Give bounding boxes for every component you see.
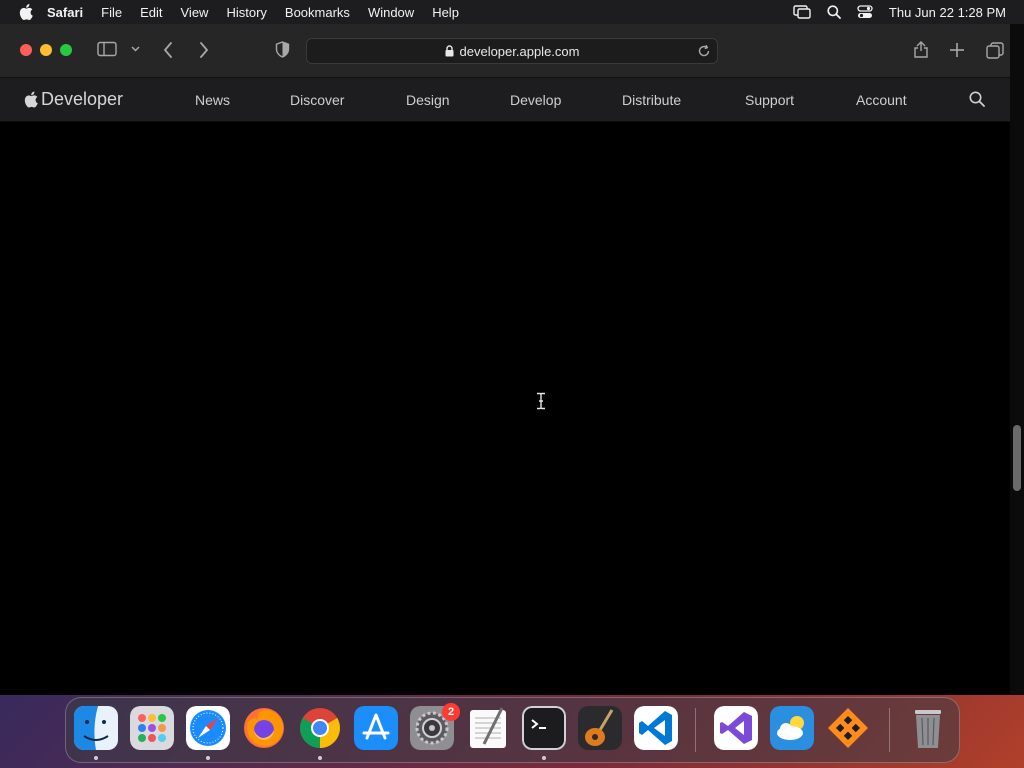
page-scrollbar-track[interactable] xyxy=(1010,24,1024,695)
nav-support[interactable]: Support xyxy=(745,92,794,108)
settings-notification-badge: 2 xyxy=(442,703,460,721)
dock-textedit[interactable] xyxy=(466,706,510,750)
text-cursor-icon xyxy=(537,392,545,410)
dock-finder[interactable] xyxy=(74,706,118,750)
forward-icon[interactable] xyxy=(199,42,209,58)
dock-safari[interactable] xyxy=(186,706,230,750)
dock-garageband[interactable] xyxy=(578,706,622,750)
nav-distribute[interactable]: Distribute xyxy=(622,92,681,108)
browser-toolbar: developer.apple.com xyxy=(0,24,1010,78)
dock-running-indicator xyxy=(206,756,210,760)
screen-mirroring-icon[interactable] xyxy=(793,5,811,19)
dock-vscode[interactable] xyxy=(634,706,678,750)
safari-window: developer.apple.com Developer News Disco… xyxy=(0,24,1010,695)
nav-discover[interactable]: Discover xyxy=(290,92,344,108)
dock-chrome[interactable] xyxy=(298,706,342,750)
tunnelblick-icon xyxy=(828,708,868,748)
menu-edit[interactable]: Edit xyxy=(140,5,162,20)
vscode-icon xyxy=(634,706,678,750)
sidebar-toggle-icon[interactable] xyxy=(97,41,117,57)
dock-separator xyxy=(889,708,890,752)
developer-logo[interactable]: Developer xyxy=(24,89,123,110)
app-store-icon xyxy=(354,706,398,750)
guitar-icon xyxy=(578,706,622,750)
nav-account[interactable]: Account xyxy=(856,92,907,108)
menu-file[interactable]: File xyxy=(101,5,122,20)
nav-develop[interactable]: Develop xyxy=(510,92,561,108)
new-tab-icon[interactable] xyxy=(950,43,964,57)
dock-running-indicator xyxy=(318,756,322,760)
dock-running-indicator xyxy=(94,756,98,760)
textedit-icon xyxy=(470,707,506,748)
privacy-shield-icon[interactable] xyxy=(275,41,290,58)
menu-help[interactable]: Help xyxy=(432,5,459,20)
terminal-icon xyxy=(522,706,566,750)
back-icon[interactable] xyxy=(163,42,173,58)
page-scrollbar-thumb[interactable] xyxy=(1013,425,1021,491)
visual-studio-icon xyxy=(714,706,758,750)
apple-menu-icon[interactable] xyxy=(19,4,33,20)
dock: 2 xyxy=(65,697,960,763)
finder-icon xyxy=(74,706,118,750)
menubar-status-area: Thu Jun 22 1:28 PM xyxy=(793,0,1006,24)
safari-icon xyxy=(186,706,230,750)
zoom-window-button[interactable] xyxy=(60,44,72,56)
menu-window[interactable]: Window xyxy=(368,5,414,20)
lock-icon xyxy=(445,45,453,57)
dock-visual-studio[interactable] xyxy=(714,706,758,750)
minimize-window-button[interactable] xyxy=(40,44,52,56)
dock-trash[interactable] xyxy=(906,706,950,750)
dock-separator xyxy=(695,708,696,752)
apple-logo-icon xyxy=(24,91,38,108)
control-center-icon[interactable] xyxy=(857,5,873,19)
dock-weather[interactable] xyxy=(770,706,814,750)
close-window-button[interactable] xyxy=(20,44,32,56)
dock-tunnelblick[interactable] xyxy=(826,706,870,750)
address-bar-url: developer.apple.com xyxy=(459,43,580,59)
tab-overview-icon[interactable] xyxy=(986,42,1004,59)
dock-launchpad[interactable] xyxy=(130,706,174,750)
spotlight-search-icon[interactable] xyxy=(827,5,841,19)
menu-bar: Safari File Edit View History Bookmarks … xyxy=(0,0,1024,24)
weather-icon xyxy=(770,706,814,750)
launchpad-icon xyxy=(130,706,174,750)
developer-site-nav: Developer News Discover Design Develop D… xyxy=(0,78,1010,122)
nav-design[interactable]: Design xyxy=(406,92,450,108)
chrome-icon xyxy=(300,708,340,748)
menu-history[interactable]: History xyxy=(226,5,266,20)
menu-view[interactable]: View xyxy=(181,5,209,20)
chevron-down-icon[interactable] xyxy=(131,46,140,52)
dock-firefox[interactable] xyxy=(242,706,286,750)
page-content[interactable] xyxy=(0,122,1010,695)
dock-running-indicator xyxy=(542,756,546,760)
menu-safari[interactable]: Safari xyxy=(47,5,83,20)
menubar-clock[interactable]: Thu Jun 22 1:28 PM xyxy=(889,5,1006,20)
dock-app-store[interactable] xyxy=(354,706,398,750)
trash-icon xyxy=(915,710,941,748)
site-search-icon[interactable] xyxy=(969,91,985,107)
firefox-icon xyxy=(244,708,284,748)
developer-brand-label: Developer xyxy=(41,89,124,109)
nav-news[interactable]: News xyxy=(195,92,230,108)
menu-bookmarks[interactable]: Bookmarks xyxy=(285,5,350,20)
address-bar[interactable]: developer.apple.com xyxy=(306,38,718,64)
dock-terminal[interactable] xyxy=(522,706,566,750)
share-icon[interactable] xyxy=(913,40,929,58)
reload-icon[interactable] xyxy=(697,44,711,58)
